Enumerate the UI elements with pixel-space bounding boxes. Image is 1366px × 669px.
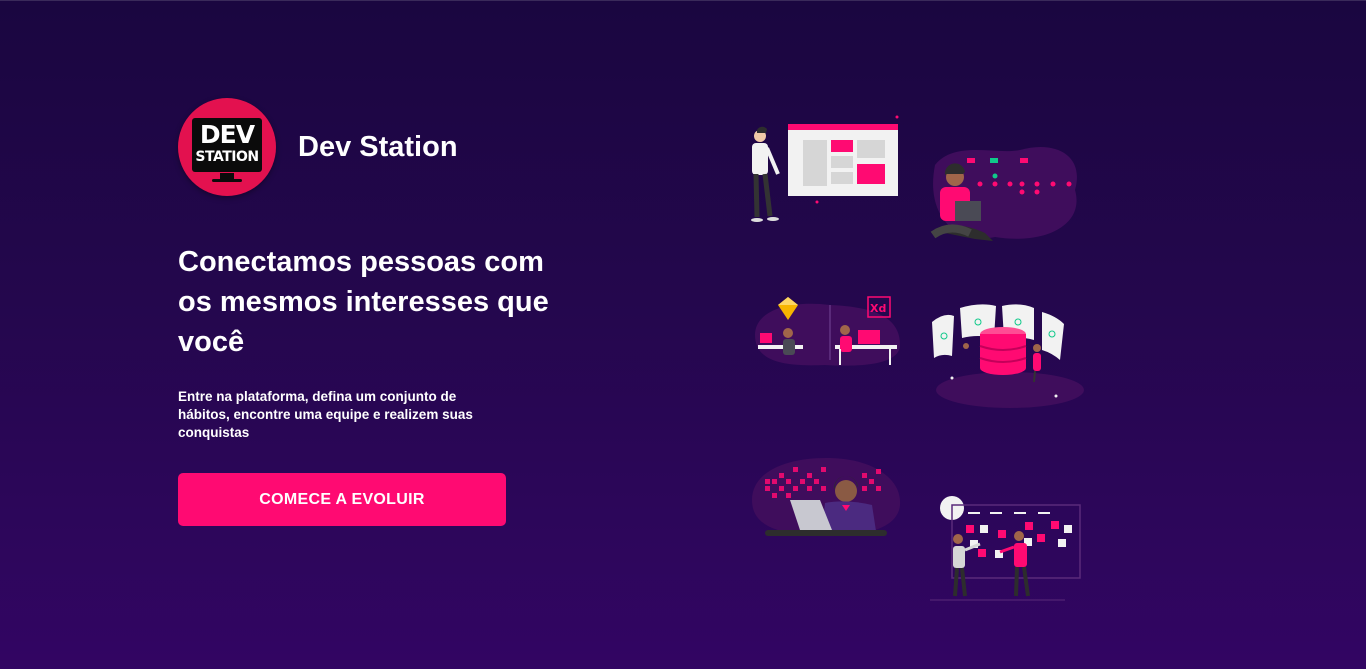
kanban-board-illustration (930, 496, 1081, 601)
design-team-illustration: Xd (755, 296, 900, 366)
brand: DEV STATION Dev Station (178, 98, 598, 196)
start-evolving-button[interactable]: COMECE A EVOLUIR (178, 473, 506, 526)
database-illustration (932, 304, 1084, 408)
hero-headline: Conectamos pessoas com os mesmos interes… (178, 246, 549, 358)
laptop-user-illustration (930, 146, 1077, 241)
dev-station-logo: DEV STATION (178, 98, 276, 196)
adobe-xd-badge: Xd (870, 302, 886, 315)
coding-laptop-illustration (752, 457, 901, 537)
logo-text-dev: DEV (199, 120, 255, 149)
logo-monitor-foot (212, 179, 242, 182)
hero-description: Entre na plataforma, defina um conjunto … (178, 389, 473, 440)
brand-name: Dev Station (298, 130, 458, 163)
logo-text-station: STATION (195, 149, 259, 165)
hero-section: DEV STATION Dev Station Conectamos pesso… (178, 98, 598, 442)
top-border (0, 0, 1366, 1)
presenting-board-illustration (751, 115, 899, 222)
